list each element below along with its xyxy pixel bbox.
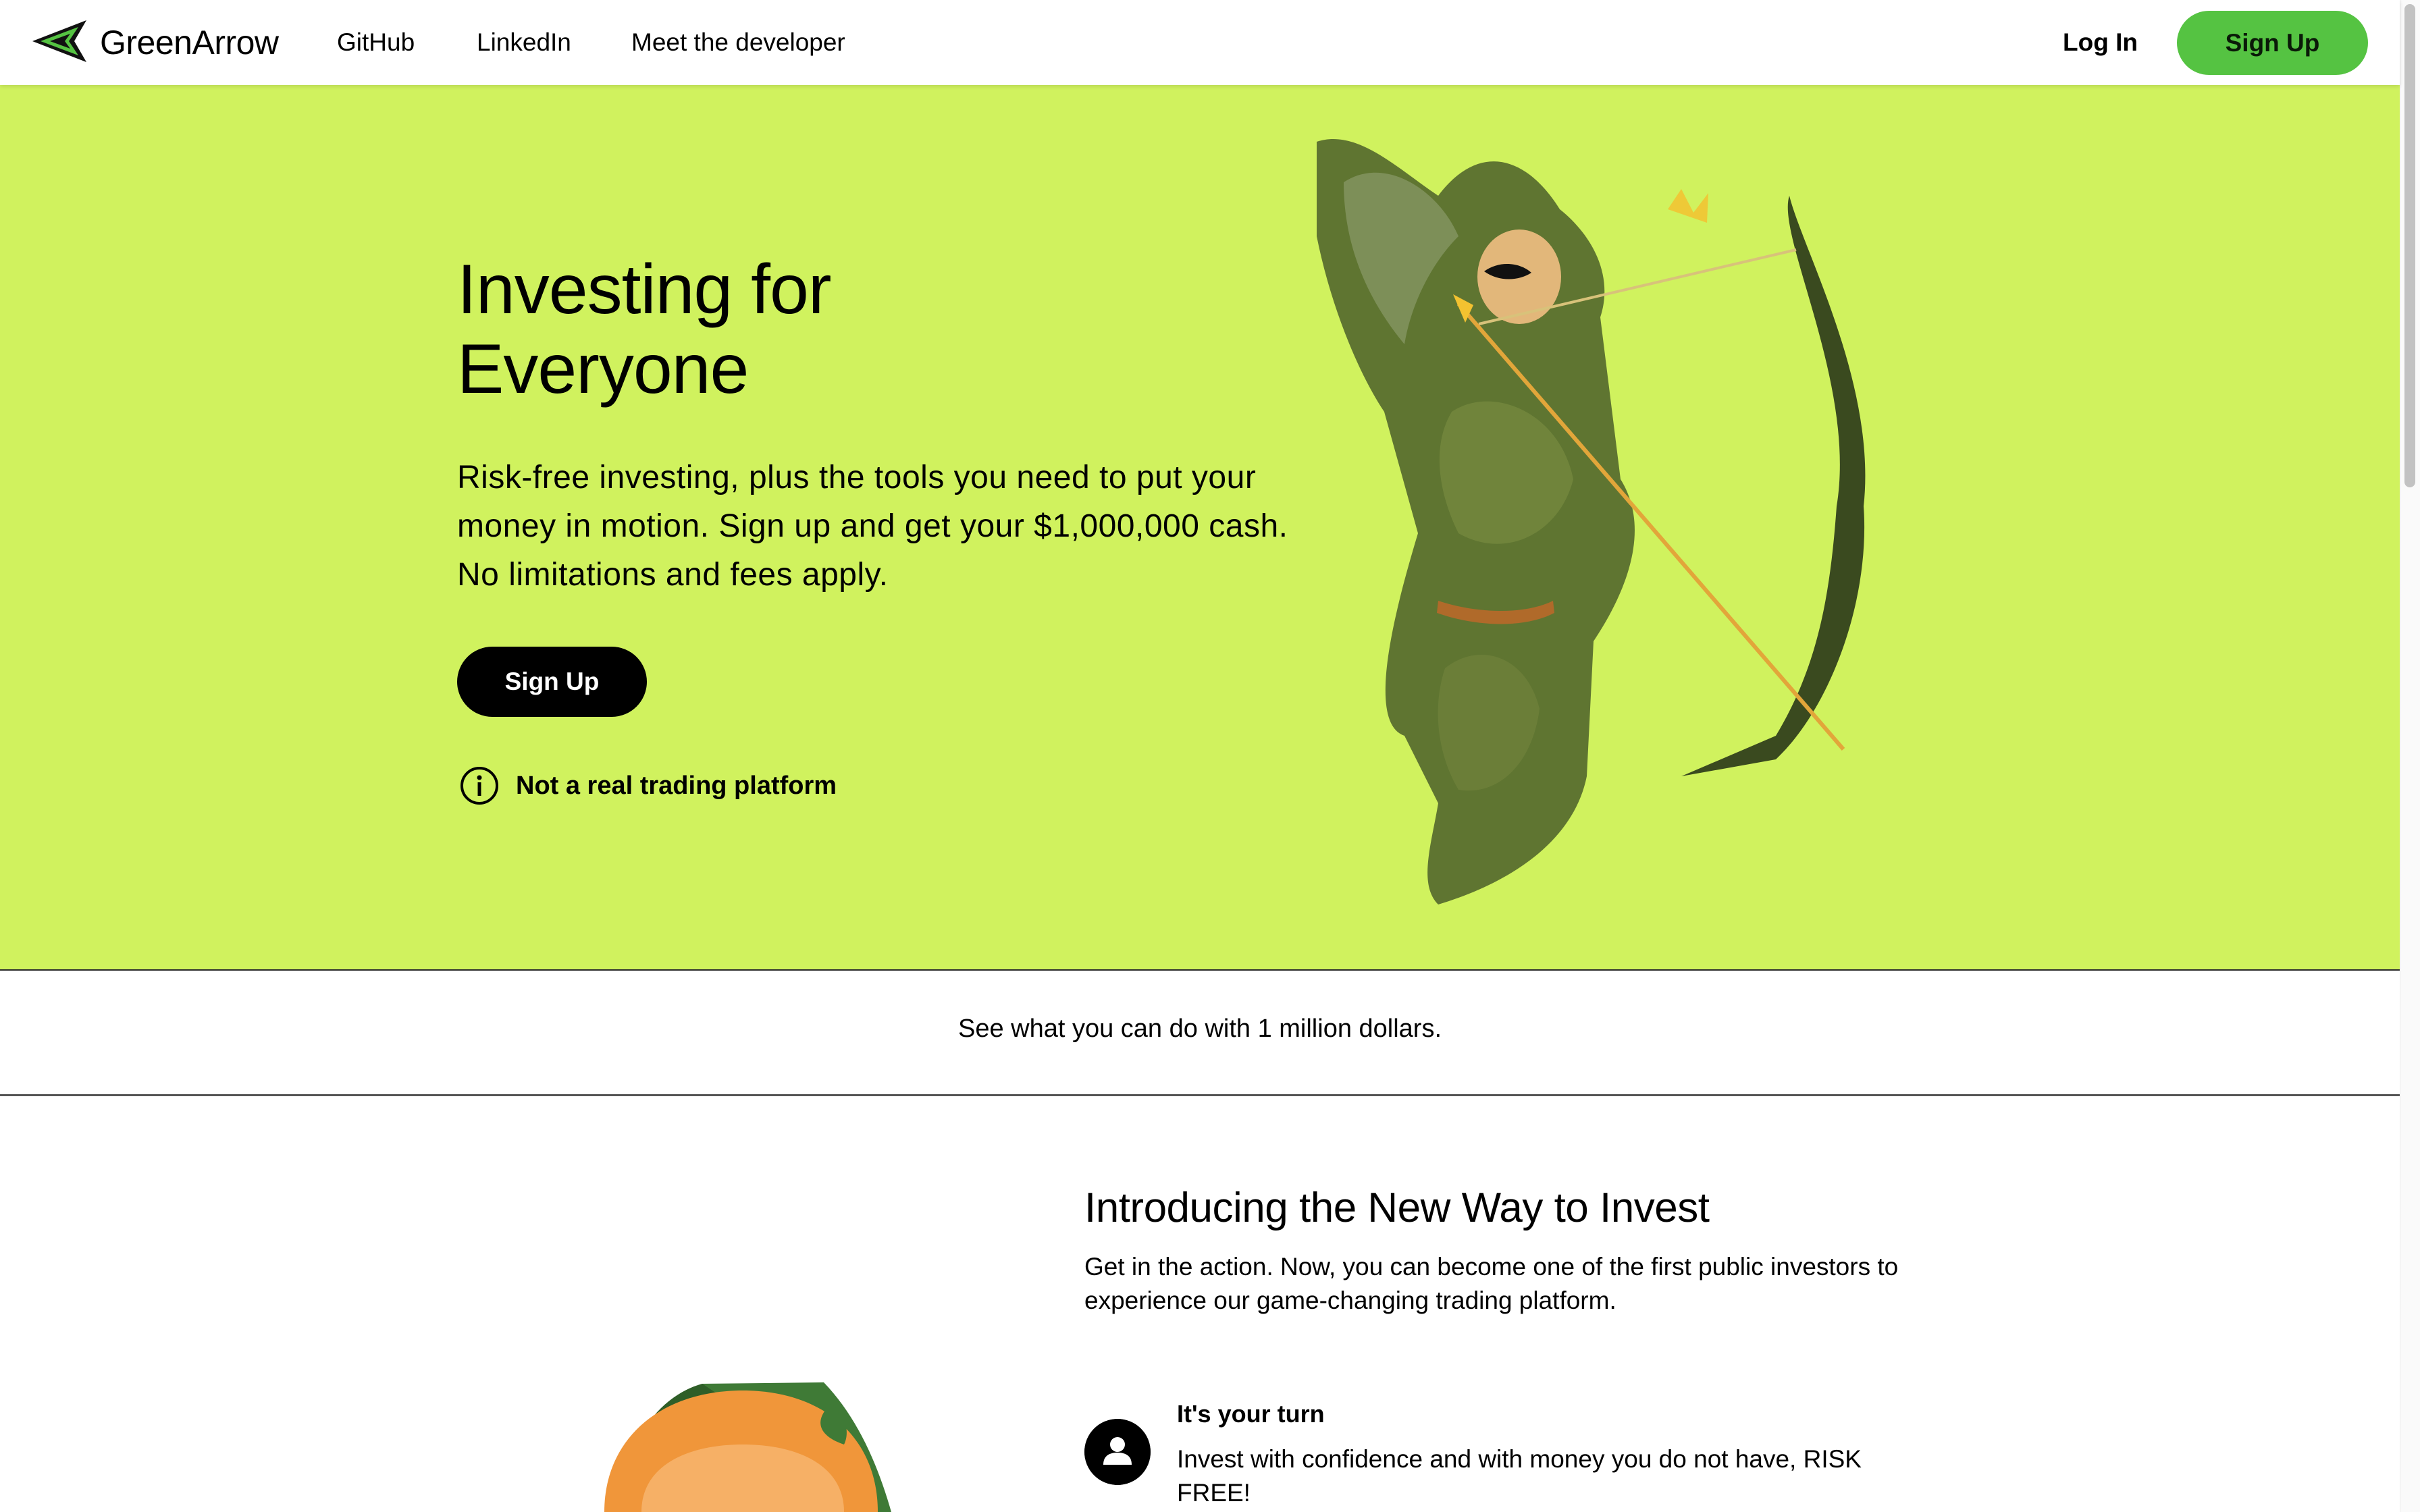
info-circle-icon — [461, 767, 498, 805]
login-link[interactable]: Log In — [2063, 27, 2138, 58]
scrollbar-thumb[interactable] — [2404, 4, 2415, 487]
hero-signup-button[interactable]: Sign Up — [457, 647, 647, 717]
info-band: See what you can do with 1 million dolla… — [0, 971, 2400, 1096]
arrow-logo-icon[interactable] — [31, 19, 88, 63]
archer-avatar-illustration — [604, 1382, 891, 1512]
nav-link-github[interactable]: GitHub — [337, 27, 415, 58]
intro-description: Get in the action. Now, you can become o… — [1084, 1253, 1899, 1314]
intro-title: Introducing the New Way to Invest — [1084, 1185, 1710, 1231]
hero-description: Risk-free investing, plus the tools you … — [457, 460, 1288, 593]
nav-link-linkedin[interactable]: LinkedIn — [477, 27, 571, 58]
archer-illustration — [1317, 139, 1866, 905]
brand-name[interactable]: GreenArrow — [100, 20, 279, 65]
nav-signup-button[interactable]: Sign Up — [2177, 11, 2368, 75]
feature-description: Invest with confidence and with money yo… — [1177, 1445, 1862, 1507]
disclaimer-text: Not a real trading platform — [516, 772, 837, 800]
top-navbar: GreenArrow GitHub LinkedIn Meet the deve… — [0, 0, 2400, 85]
person-icon — [1084, 1419, 1151, 1485]
band-text: See what you can do with 1 million dolla… — [957, 1015, 1442, 1043]
hero-title: Investing for Everyone — [457, 250, 832, 408]
nav-link-meet-developer[interactable]: Meet the developer — [631, 27, 845, 58]
feature-title: It's your turn — [1177, 1400, 1325, 1428]
